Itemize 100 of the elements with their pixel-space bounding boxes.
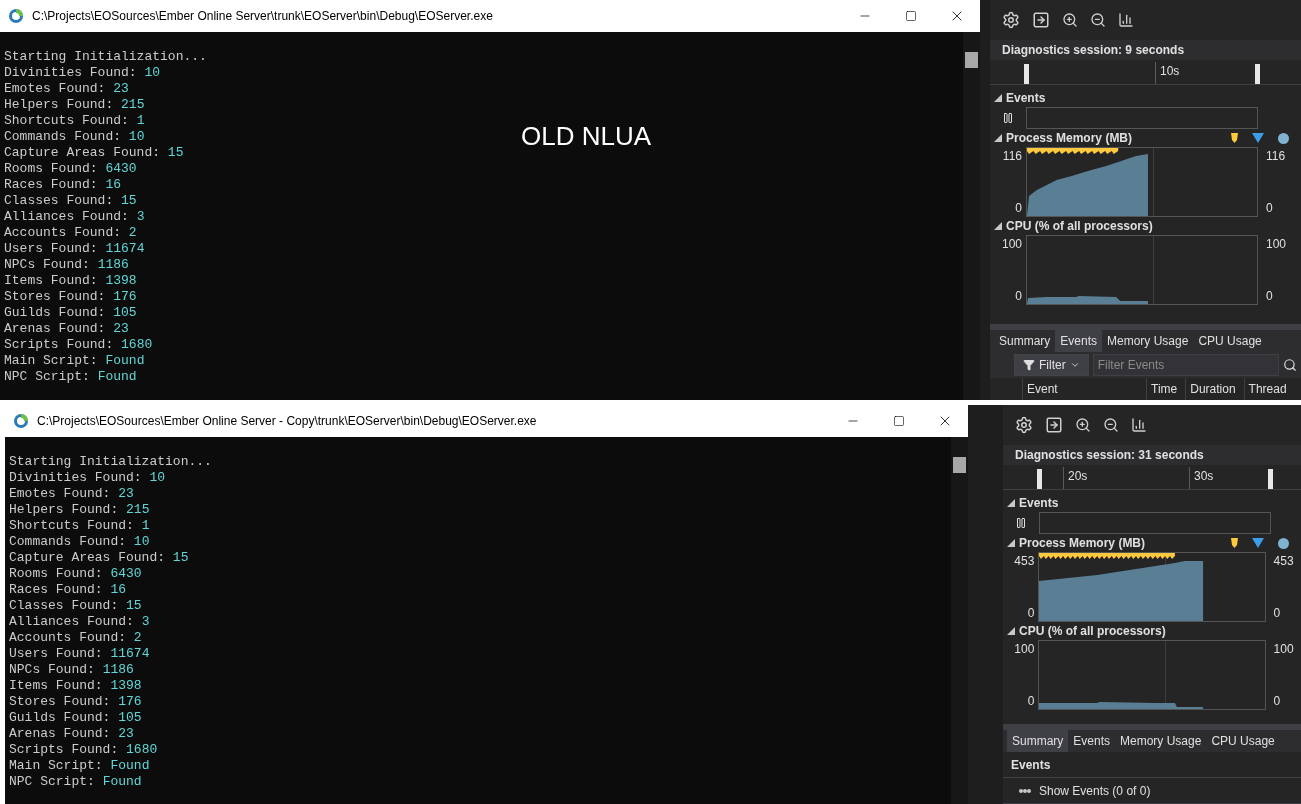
console-line: Stores Found: 176: [4, 289, 137, 305]
console-line: Guilds Found: 105: [4, 305, 137, 321]
collapse-icon[interactable]: [994, 222, 1002, 230]
console-line: Races Found: 16: [9, 582, 127, 598]
session-header: Diagnostics session: 31 seconds: [1003, 445, 1301, 465]
chart-title: Process Memory (MB): [1019, 535, 1146, 552]
tab[interactable]: Summary: [994, 330, 1056, 352]
tab[interactable]: Events: [1055, 330, 1103, 352]
console-line: NPCs Found: 1186: [4, 257, 129, 273]
column-header[interactable]: Time: [1146, 378, 1186, 400]
console-line: Accounts Found: 2: [9, 630, 142, 646]
triangle-icon: [1252, 133, 1264, 143]
tab[interactable]: CPU Usage: [1193, 330, 1267, 352]
chart-title: Events: [1019, 495, 1059, 512]
console-line: Rooms Found: 6430: [4, 161, 137, 177]
console-line: Scripts Found: 1680: [4, 337, 153, 353]
maximize-icon[interactable]: [893, 415, 905, 427]
column-header[interactable]: Thread: [1243, 378, 1301, 400]
chart-title: Process Memory (MB): [1006, 130, 1133, 147]
chart-icon[interactable]: [1131, 417, 1147, 433]
console-line: Emotes Found: 23: [9, 486, 134, 502]
console-line: Helpers Found: 215: [4, 97, 145, 113]
console-line: Helpers Found: 215: [9, 502, 150, 518]
tab[interactable]: Summary: [1007, 730, 1069, 752]
chart-title: CPU (% of all processors): [1006, 218, 1153, 235]
console-line: Shortcuts Found: 1: [9, 518, 150, 534]
dropdown-icon[interactable]: [1069, 360, 1080, 370]
circle-icon: [1278, 537, 1289, 549]
overlay-caption: OLD NLUA: [521, 128, 652, 144]
zoom-in-icon[interactable]: [1062, 12, 1078, 28]
events-icon: [1019, 787, 1031, 794]
pause-icon[interactable]: [1002, 112, 1014, 124]
axis-label: 0: [1266, 288, 1274, 305]
range-handle[interactable]: [1024, 64, 1029, 84]
axis-label: 0: [1266, 200, 1274, 217]
search-icon[interactable]: [1283, 358, 1297, 372]
tab[interactable]: Memory Usage: [1115, 730, 1207, 752]
maximize-icon[interactable]: [905, 10, 917, 22]
console-line: Guilds Found: 105: [9, 710, 142, 726]
console-line: NPCs Found: 1186: [9, 662, 134, 678]
console-line: NPC Script: Found: [4, 369, 137, 385]
column-header[interactable]: Duration: [1185, 378, 1244, 400]
axis-label: 0: [1027, 693, 1035, 710]
range-handle[interactable]: [1255, 64, 1260, 84]
tab[interactable]: CPU Usage: [1206, 730, 1280, 752]
console-line: Emotes Found: 23: [4, 81, 129, 97]
axis-label: 0: [1273, 605, 1282, 622]
range-handle[interactable]: [1037, 469, 1042, 489]
console-line: Starting Initialization...: [9, 454, 212, 470]
console-line: Main Script: Found: [4, 353, 145, 369]
filter-button[interactable]: Filter: [1014, 354, 1089, 376]
zoom-out-icon[interactable]: [1090, 12, 1106, 28]
section-heading: Events: [1003, 752, 1301, 778]
range-handle[interactable]: [1268, 469, 1273, 489]
console-line: Commands Found: 10: [9, 534, 150, 550]
time-label: 20s: [1063, 467, 1088, 489]
tab[interactable]: Events: [1068, 730, 1116, 752]
collapse-icon[interactable]: [994, 134, 1002, 142]
marker-icon: [1231, 538, 1238, 548]
zoom-out-icon[interactable]: [1103, 417, 1119, 433]
console-line: Main Script: Found: [9, 758, 150, 774]
chart-icon[interactable]: [1118, 12, 1134, 28]
collapse-icon[interactable]: [1007, 539, 1015, 547]
app-icon: [13, 413, 29, 429]
show-events-link[interactable]: Show Events (0 of 0): [1039, 781, 1151, 800]
window-title: C:\Projects\EOSources\Ember Online Server\trunk\EOServer\bin\Debug\EOServer.exe: [32, 8, 493, 25]
axis-label: 100: [1273, 641, 1295, 658]
settings-icon[interactable]: [1002, 11, 1020, 29]
pause-icon[interactable]: [1015, 517, 1027, 529]
collapse-icon[interactable]: [994, 94, 1002, 102]
console-line: Arenas Found: 23: [9, 726, 134, 742]
console-line: Classes Found: 15: [9, 598, 142, 614]
console-line: Commands Found: 10: [4, 129, 145, 145]
console-line: NPC Script: Found: [9, 774, 142, 790]
column-header[interactable]: Event: [1022, 378, 1146, 400]
zoom-in-icon[interactable]: [1075, 417, 1091, 433]
filter-icon[interactable]: [1023, 359, 1035, 371]
export-icon[interactable]: [1032, 11, 1050, 29]
console-line: Alliances Found: 3: [9, 614, 150, 630]
collapse-icon[interactable]: [1007, 499, 1015, 507]
console-line: Capture Areas Found: 15: [9, 550, 189, 566]
console-line: Starting Initialization...: [4, 49, 207, 65]
chart-title: CPU (% of all processors): [1019, 623, 1166, 640]
filter-field[interactable]: Filter Events: [1092, 354, 1279, 376]
circle-icon: [1278, 132, 1289, 144]
export-icon[interactable]: [1045, 416, 1063, 434]
console-line: Shortcuts Found: 1: [4, 113, 145, 129]
console-line: Divinities Found: 10: [4, 65, 161, 81]
axis-label: 0: [1015, 200, 1022, 217]
axis-label: 0: [1027, 605, 1035, 622]
collapse-icon[interactable]: [1007, 627, 1015, 635]
console-line: Arenas Found: 23: [4, 321, 129, 337]
tab[interactable]: Memory Usage: [1102, 330, 1194, 352]
console-line: Accounts Found: 2: [4, 225, 137, 241]
app-icon: [8, 8, 24, 24]
console-line: Divinities Found: 10: [9, 470, 166, 486]
settings-icon[interactable]: [1015, 416, 1033, 434]
console-line: Classes Found: 15: [4, 193, 137, 209]
chart-title: Events: [1006, 90, 1046, 107]
axis-label: 100: [1266, 236, 1288, 253]
